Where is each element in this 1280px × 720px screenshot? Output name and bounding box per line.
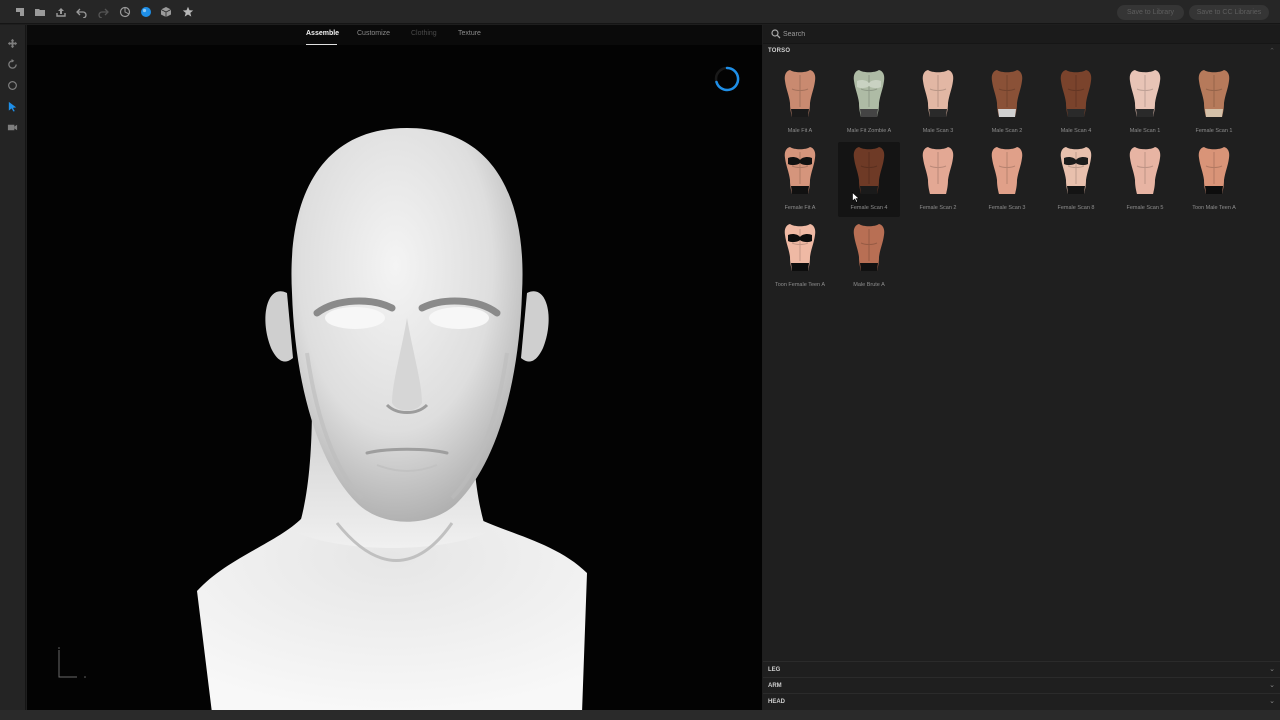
torso-thumbnail — [784, 147, 816, 194]
orbit-icon[interactable] — [6, 79, 19, 92]
torso-thumbnail — [1129, 147, 1161, 194]
torso-item-label: Female Scan 1 — [1195, 128, 1233, 134]
torso-item-label: Female Scan 8 — [1057, 205, 1095, 211]
loading-spinner-icon — [714, 66, 740, 92]
torso-item-label: Toon Female Teen A — [774, 282, 826, 288]
tab-clothing[interactable]: Clothing — [411, 30, 437, 37]
camera-icon[interactable] — [6, 121, 19, 134]
torso-item[interactable]: Female Scan 1 — [1183, 65, 1245, 140]
torso-item-label: Female Scan 4 — [850, 205, 888, 211]
torso-thumbnail — [1060, 147, 1092, 194]
torso-item[interactable]: Male Scan 4 — [1045, 65, 1107, 140]
chevron-down-icon: ⌄ — [1269, 698, 1275, 705]
status-bar — [0, 710, 1280, 720]
star-icon[interactable] — [181, 5, 195, 19]
mode-tabs: Assemble Customize Clothing Texture — [27, 25, 762, 45]
torso-item-label: Male Scan 4 — [1060, 128, 1092, 134]
chevron-down-icon: ⌄ — [1269, 682, 1275, 689]
cube-solid-icon[interactable] — [159, 5, 173, 19]
axis-gizmo-icon — [58, 647, 86, 678]
torso-thumbnail — [1129, 70, 1161, 117]
tab-customize[interactable]: Customize — [357, 30, 390, 37]
torso-item[interactable]: Male Scan 2 — [976, 65, 1038, 140]
3d-viewport[interactable]: Assemble Customize Clothing Texture — [27, 25, 762, 710]
accordion-arm[interactable]: ARM ⌄ — [763, 677, 1280, 693]
torso-thumbnail — [853, 224, 885, 271]
torso-item[interactable]: Male Brute A — [838, 219, 900, 294]
accordion-label: ARM — [768, 683, 782, 689]
torso-item[interactable]: Male Fit A — [769, 65, 831, 140]
sphere-icon[interactable] — [139, 5, 153, 19]
accordion-label: LEG — [768, 667, 781, 673]
top-toolbar: Save to Library Save to CC Libraries — [0, 0, 1280, 24]
torso-item-label: Toon Male Teen A — [1192, 205, 1236, 211]
torso-item-label: Female Fit A — [784, 205, 816, 211]
torso-thumbnail — [991, 147, 1023, 194]
move-icon[interactable] — [6, 37, 19, 50]
accordion-leg[interactable]: LEG ⌄ — [763, 661, 1280, 677]
redo-icon[interactable] — [96, 5, 110, 19]
torso-thumbnail — [1198, 147, 1230, 194]
torso-thumbnail — [922, 70, 954, 117]
save-to-cc-libraries-button[interactable]: Save to CC Libraries — [1189, 5, 1269, 20]
export-icon[interactable] — [54, 5, 68, 19]
torso-item-label: Male Scan 1 — [1129, 128, 1161, 134]
torso-thumbnail — [922, 147, 954, 194]
torso-item-label: Male Fit A — [787, 128, 813, 134]
menu-icon[interactable] — [13, 5, 27, 19]
section-title-torso: TORSO — [768, 48, 791, 54]
rotate-icon[interactable] — [6, 58, 19, 71]
head-model[interactable] — [187, 103, 607, 710]
tab-texture[interactable]: Texture — [458, 30, 481, 37]
torso-item-label: Female Scan 5 — [1126, 205, 1164, 211]
tab-assemble[interactable]: Assemble — [306, 30, 339, 37]
torso-item[interactable]: Female Scan 8 — [1045, 142, 1107, 217]
torso-item-label: Male Brute A — [853, 282, 885, 288]
torso-item-label: Female Scan 3 — [988, 205, 1026, 211]
torso-item-label: Female Scan 2 — [919, 205, 957, 211]
assets-panel: TORSO ⌃ Male Fit A Male Fit Zombie A Male … — [763, 25, 1280, 710]
torso-thumbnail — [1060, 70, 1092, 117]
torso-item[interactable]: Toon Female Teen A — [769, 219, 831, 294]
undo-icon[interactable] — [75, 5, 89, 19]
save-to-library-button[interactable]: Save to Library — [1117, 5, 1184, 20]
torso-item[interactable]: Male Scan 3 — [907, 65, 969, 140]
chevron-down-icon: ⌄ — [1269, 666, 1275, 673]
torso-item[interactable]: Female Scan 3 — [976, 142, 1038, 217]
torso-item[interactable]: Male Scan 1 — [1114, 65, 1176, 140]
active-tab-indicator — [306, 44, 337, 45]
torso-thumbnail — [784, 70, 816, 117]
torso-thumbnail — [853, 70, 885, 117]
search-icon — [771, 29, 781, 39]
chevron-up-icon[interactable]: ⌃ — [1269, 47, 1275, 55]
torso-item[interactable]: Female Fit A — [769, 142, 831, 217]
torso-thumbnail — [991, 70, 1023, 117]
select-icon[interactable] — [6, 100, 19, 113]
search-bar — [763, 25, 1280, 44]
search-input[interactable] — [783, 28, 1263, 41]
torso-item-label: Male Fit Zombie A — [846, 128, 892, 134]
folder-open-icon[interactable] — [33, 5, 47, 19]
accordion-label: HEAD — [768, 699, 786, 705]
torso-item[interactable]: Male Fit Zombie A — [838, 65, 900, 140]
left-toolbar — [0, 25, 26, 710]
mouse-cursor-icon — [852, 192, 860, 203]
torso-item[interactable]: Female Scan 5 — [1114, 142, 1176, 217]
torso-item[interactable]: Female Scan 4 — [838, 142, 900, 217]
cube-outline-icon[interactable] — [118, 5, 132, 19]
torso-item-label: Male Scan 3 — [922, 128, 954, 134]
torso-thumbnail — [853, 147, 885, 194]
torso-item[interactable]: Toon Male Teen A — [1183, 142, 1245, 217]
torso-thumbnail — [784, 224, 816, 271]
torso-item-label: Male Scan 2 — [991, 128, 1023, 134]
torso-thumbnail — [1198, 70, 1230, 117]
app-window: Save to Library Save to CC Libraries Ass… — [0, 0, 1280, 720]
torso-item[interactable]: Female Scan 2 — [907, 142, 969, 217]
accordion-head[interactable]: HEAD ⌄ — [763, 693, 1280, 709]
